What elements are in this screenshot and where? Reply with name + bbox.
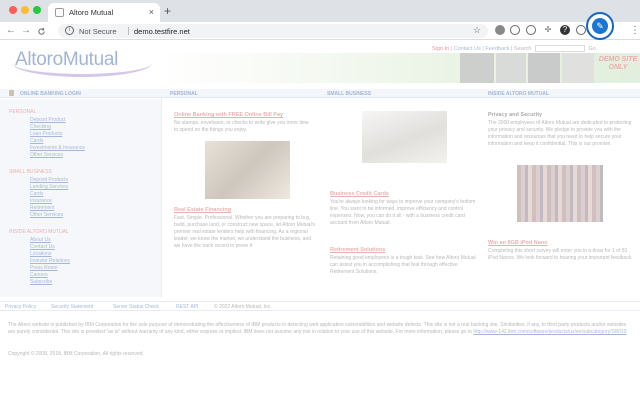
sidebar-item[interactable]: Deposit Product: [30, 117, 66, 123]
not-secure-label[interactable]: Not Secure: [79, 27, 117, 36]
header-photo-2: [496, 53, 526, 83]
privacy-security-heading: Privacy and Security: [488, 112, 543, 118]
sidebar-item[interactable]: Investor Relations: [30, 258, 70, 264]
ipod-nano-link[interactable]: Win an 8GB iPod Nano: [488, 240, 628, 246]
footer-copyright: © 2022 Altoro Mutual, Inc.: [214, 304, 272, 310]
minimize-window-button[interactable]: [21, 6, 29, 14]
sidebar-heading-small-business[interactable]: SMALL BUSINESS: [9, 169, 52, 175]
browser-menu-icon[interactable]: ⋮: [630, 25, 640, 36]
business-credit-cards-text: You're always looking for ways to improv…: [330, 199, 476, 226]
business-credit-cards-link[interactable]: Business Credit Cards: [330, 191, 470, 197]
server-status-link[interactable]: Server Status Check: [113, 304, 159, 310]
address-divider: [128, 27, 129, 35]
contact-us-link[interactable]: Contact Us: [454, 46, 481, 52]
sidebar-heading-inside[interactable]: INSIDE ALTORO MUTUAL: [9, 229, 69, 235]
extension-logo-icon: ✎: [592, 18, 608, 34]
tab-close-icon[interactable]: ×: [149, 6, 154, 18]
real-estate-link[interactable]: Real Estate Financing: [174, 207, 314, 213]
lock-icon: [9, 90, 14, 96]
sidebar-item[interactable]: Loan Products: [30, 131, 62, 137]
sidebar-heading-personal[interactable]: PERSONAL: [9, 109, 36, 115]
site-info-icon[interactable]: i: [65, 26, 74, 35]
search-label: Search: [514, 45, 532, 52]
logo-swoosh: [12, 63, 152, 77]
sidebar-item[interactable]: Cards: [30, 138, 43, 144]
address-bar[interactable]: i Not Secure demo.testfire.net ☆: [58, 24, 488, 38]
tab-title: Altoro Mutual: [69, 8, 114, 17]
rest-api-link[interactable]: REST API: [176, 304, 198, 310]
extension-globe-icon[interactable]: [495, 25, 505, 35]
sidebar-item[interactable]: Locations: [30, 251, 51, 257]
forward-button[interactable]: →: [21, 24, 31, 38]
search-go-button[interactable]: Go: [589, 46, 596, 52]
maximize-window-button[interactable]: [33, 6, 41, 14]
sidebar-item[interactable]: Insurance: [30, 198, 52, 204]
nav-small-business[interactable]: SMALL BUSINESS: [327, 91, 371, 97]
main-nav: ONLINE BANKING LOGIN PERSONAL SMALL BUSI…: [0, 89, 640, 98]
sidebar-item[interactable]: Other Services: [30, 212, 63, 218]
ibm-copyright: Copyright © 2008, 2018, IBM Corporation,…: [8, 351, 144, 357]
extension-info-icon[interactable]: [576, 25, 586, 35]
reload-button[interactable]: [37, 24, 46, 41]
sidebar-item[interactable]: Contact Us: [30, 244, 55, 250]
sidebar-item[interactable]: Other Services: [30, 152, 63, 158]
page-content: AltoroMutual Sign In | Contact Us | Feed…: [0, 41, 640, 400]
real-estate-text: Fast. Simple. Professional. Whether you …: [174, 215, 316, 249]
sidebar-item[interactable]: Press Room: [30, 265, 58, 271]
retirement-solutions-text: Retaining good employees is a tough task…: [330, 255, 476, 275]
header-photo-1: [460, 53, 494, 83]
close-window-button[interactable]: [9, 6, 17, 14]
ipod-nano-text: Completing this short survey will enter …: [488, 248, 633, 261]
extension-move-icon[interactable]: ✢: [543, 25, 553, 35]
online-banking-promo-link[interactable]: Online Banking with FREE Online Bill Pay: [174, 112, 314, 118]
extension-hand-icon[interactable]: ?: [560, 25, 570, 35]
sidebar-item[interactable]: Deposit Products: [30, 177, 68, 183]
bookmark-star-icon[interactable]: ☆: [473, 25, 481, 36]
demo-site-badge: DEMO SITE ONLY: [598, 56, 638, 71]
sidebar-item[interactable]: About Us: [30, 237, 51, 243]
page-favicon-icon: [55, 8, 64, 17]
credit-cards-photo: [362, 111, 447, 163]
extension-shield-icon[interactable]: [510, 25, 520, 35]
nav-inside-altoro[interactable]: INSIDE ALTORO MUTUAL: [488, 91, 549, 97]
sidebar-item[interactable]: Lending Services: [30, 184, 68, 190]
privacy-policy-link[interactable]: Privacy Policy: [5, 304, 36, 310]
security-statement-link[interactable]: Security Statement: [51, 304, 93, 310]
active-extension-button[interactable]: ✎: [586, 12, 614, 40]
disclaimer-link[interactable]: http://www-142.ibm.com/software/products…: [473, 329, 626, 335]
sidebar-item[interactable]: Cards: [30, 191, 43, 197]
browser-tab-bar: Altoro Mutual × +: [0, 0, 640, 22]
privacy-security-text: The 2000 employees of Altoro Mutual are …: [488, 120, 632, 147]
online-banking-promo-text: No stamps, envelopes, or checks to write…: [174, 120, 309, 133]
crowd-photo: [517, 165, 603, 222]
sidebar-item[interactable]: Retirement: [30, 205, 54, 211]
extension-puzzle-icon[interactable]: [526, 25, 536, 35]
sidebar: PERSONAL Deposit Product Checking Loan P…: [0, 99, 162, 297]
back-button[interactable]: ←: [6, 24, 16, 38]
family-photo: [205, 141, 290, 199]
sign-in-link[interactable]: Sign In: [432, 46, 449, 52]
sidebar-item[interactable]: Checking: [30, 124, 51, 130]
browser-tab[interactable]: Altoro Mutual ×: [48, 3, 160, 22]
online-banking-login-link[interactable]: ONLINE BANKING LOGIN: [20, 91, 81, 97]
url-text[interactable]: demo.testfire.net: [134, 27, 190, 36]
sidebar-item[interactable]: Investments & Insurance: [30, 145, 85, 151]
feedback-link[interactable]: Feedback: [485, 46, 509, 52]
nav-personal[interactable]: PERSONAL: [170, 91, 198, 97]
footer-links: Privacy Policy Security Statement Server…: [0, 301, 640, 311]
browser-toolbar: ← → i Not Secure demo.testfire.net ☆ ✢ ?: [0, 22, 640, 40]
sidebar-item[interactable]: Careers: [30, 272, 48, 278]
reload-icon: [38, 27, 45, 35]
header-photo-4: [562, 53, 594, 83]
sidebar-item[interactable]: Subscribe: [30, 279, 52, 285]
new-tab-button[interactable]: +: [164, 4, 171, 18]
header-photo-3: [528, 53, 560, 83]
top-links: Sign In | Contact Us | Feedback | Search…: [432, 45, 596, 52]
search-input[interactable]: [534, 45, 585, 52]
disclaimer-text: The Altoro website is published by IBM C…: [8, 322, 634, 336]
retirement-solutions-link[interactable]: Retirement Solutions: [330, 247, 470, 253]
